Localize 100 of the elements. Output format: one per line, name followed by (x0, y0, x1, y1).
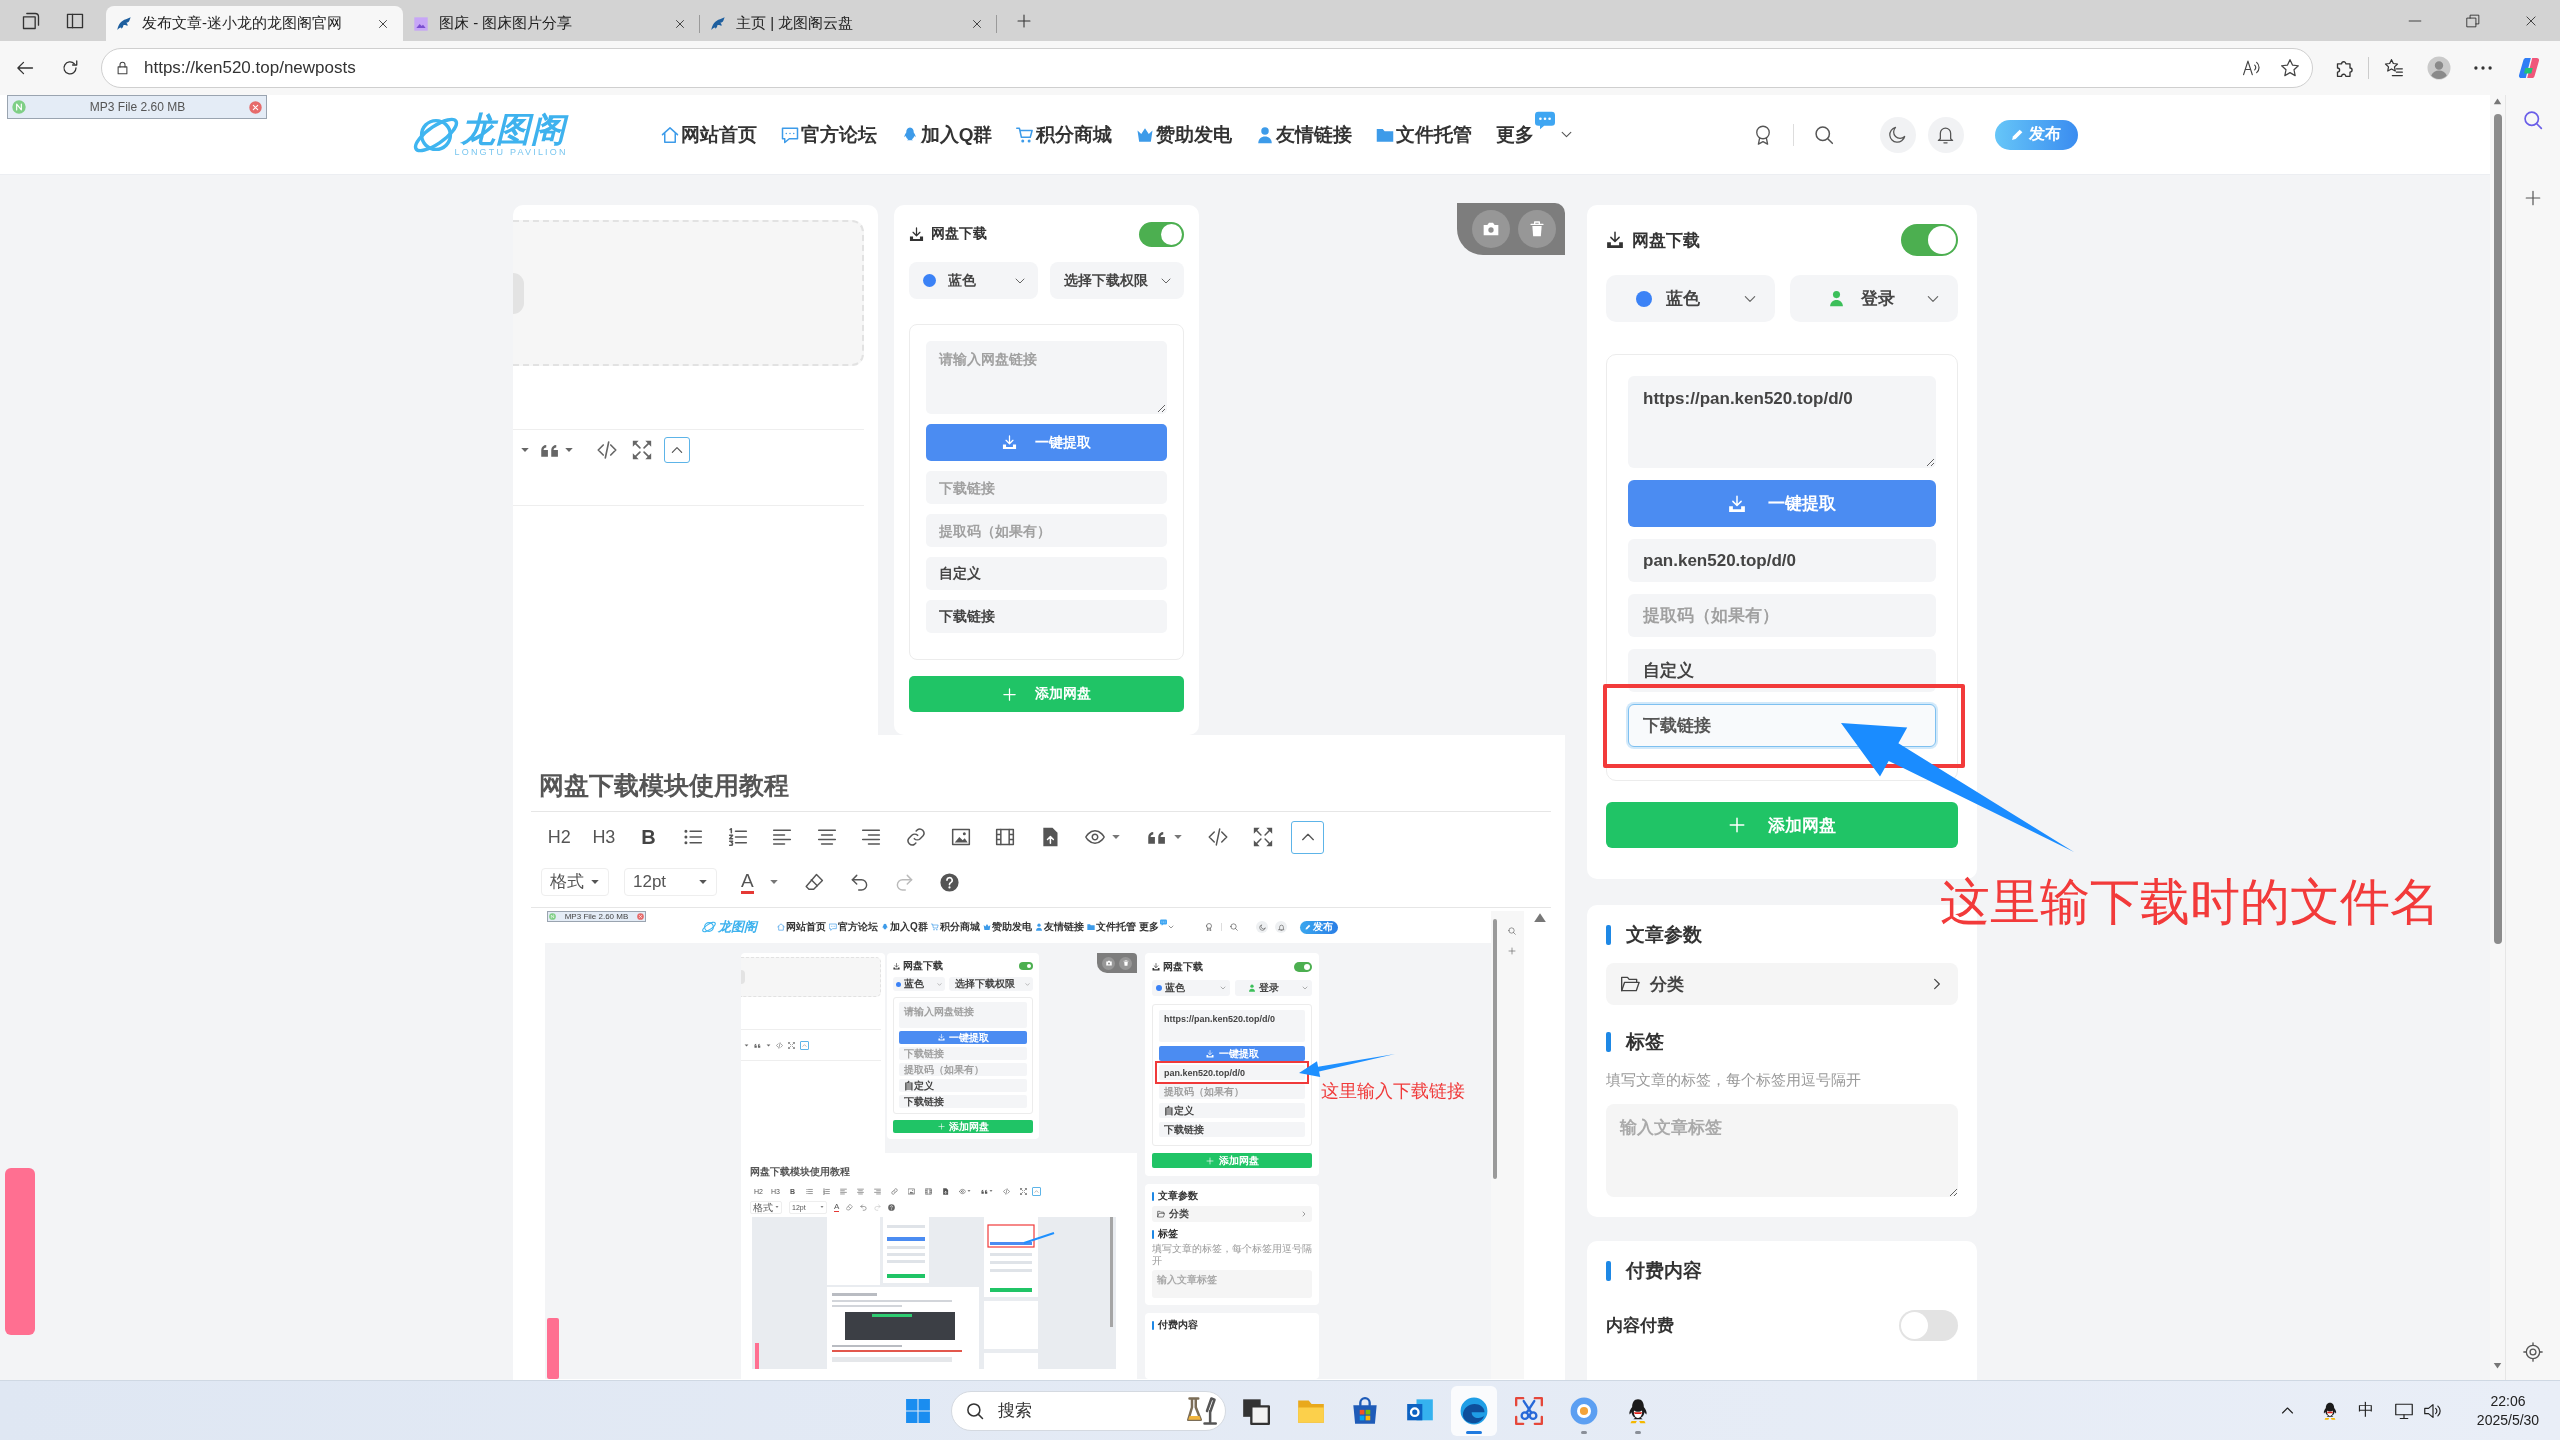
browser-tab[interactable]: 主页 | 龙图阁云盘 (700, 6, 997, 41)
nav-link[interactable]: 加入Q群 (900, 121, 993, 148)
plus-icon[interactable] (1507, 947, 1516, 955)
monitor-icon[interactable] (2395, 1401, 2413, 1420)
lock-icon[interactable] (115, 60, 130, 75)
notification-button[interactable] (1927, 116, 1964, 153)
file-upload-icon[interactable] (942, 1187, 949, 1195)
fullscreen-icon[interactable] (632, 440, 652, 460)
toggle-switch[interactable] (1019, 962, 1033, 970)
text-color-button[interactable]: A (741, 870, 754, 894)
numbered-list-icon[interactable] (727, 827, 748, 847)
help-icon[interactable] (939, 872, 959, 892)
tags-textarea[interactable]: 输入文章标签 (1152, 1270, 1312, 1298)
link-textarea[interactable]: https://pan.ken520.top/d/0 (1628, 376, 1936, 468)
taskbar-search-field[interactable]: 搜索 (951, 1390, 1226, 1431)
nav-link[interactable]: 积分商城 (930, 921, 980, 933)
search-icon[interactable] (2523, 110, 2543, 130)
close-icon[interactable] (377, 17, 389, 30)
windows-logo-icon[interactable] (905, 1397, 931, 1424)
nav-link[interactable]: 网站首页 (777, 921, 826, 933)
heading-button[interactable]: H2 (537, 825, 582, 849)
avatar-icon[interactable] (2427, 56, 2451, 80)
star-icon[interactable] (2280, 58, 2300, 78)
fullscreen-icon[interactable] (1020, 1187, 1027, 1195)
undo-icon[interactable] (849, 872, 869, 892)
film-icon[interactable] (925, 1187, 932, 1195)
text-input[interactable]: pan.ken520.top/d/0 (1159, 1065, 1305, 1080)
image-icon[interactable] (950, 827, 971, 847)
caret-icon[interactable] (768, 877, 779, 887)
scroll-up-icon[interactable] (1533, 911, 1547, 925)
theme-button[interactable] (1879, 116, 1916, 153)
address-bar[interactable]: https://ken520.top/newposts (101, 48, 2313, 88)
image-icon[interactable] (908, 1187, 915, 1195)
format-select[interactable]: 格式 (750, 1200, 782, 1214)
link-textarea[interactable]: https://pan.ken520.top/d/0 (1159, 1010, 1305, 1042)
delete-button[interactable] (1119, 956, 1132, 970)
align-left-icon[interactable] (772, 827, 793, 847)
article-title[interactable]: 网盘下载模块使用教程 (750, 1165, 850, 1179)
permission-select[interactable]: 登录 (1234, 980, 1312, 996)
caret-icon[interactable] (967, 1189, 971, 1193)
settings-icon[interactable] (2523, 1342, 2543, 1362)
delete-button[interactable] (1518, 210, 1556, 248)
browser-tab[interactable]: 发布文章-迷小龙的龙图阁官网 (106, 6, 403, 41)
plus-icon[interactable] (2524, 189, 2542, 207)
theme-button[interactable] (1256, 921, 1268, 933)
code-icon[interactable] (597, 440, 617, 460)
toggle-switch[interactable] (1294, 962, 1312, 972)
speaker-icon[interactable] (2424, 1401, 2442, 1420)
fullscreen-icon[interactable] (1253, 827, 1273, 847)
text-input[interactable]: 提取码（如果有） (1159, 1084, 1305, 1099)
align-center-icon[interactable] (816, 827, 837, 847)
input-method-indicator[interactable]: 中 (2358, 1400, 2374, 1421)
text-input[interactable]: 下载链接 (1159, 1122, 1305, 1137)
font-size-select[interactable]: 12pt (624, 868, 717, 896)
nav-link[interactable]: 官方论坛 (780, 121, 877, 148)
tags-textarea[interactable]: 输入文章标签 (1606, 1104, 1958, 1197)
toggle-switch[interactable] (1901, 224, 1958, 256)
link-icon[interactable] (906, 827, 927, 847)
color-select[interactable]: 蓝色 (1606, 275, 1775, 322)
app-logo-icon[interactable] (2518, 57, 2540, 79)
text-input[interactable]: 下载链接 (899, 1047, 1027, 1060)
link-textarea[interactable]: 请输入网盘链接 (899, 1002, 1027, 1028)
clock-time[interactable]: 22:06 (2490, 1391, 2526, 1411)
heading-button[interactable]: H3 (581, 825, 627, 849)
plus-icon[interactable] (1016, 12, 1032, 29)
text-input[interactable]: 提取码（如果有） (899, 1063, 1027, 1076)
toggle-switch[interactable] (1139, 221, 1184, 247)
text-input[interactable]: pan.ken520.top/d/0 (1628, 539, 1936, 582)
align-right-icon[interactable] (861, 827, 882, 847)
refresh-icon[interactable] (61, 59, 79, 77)
search-icon[interactable] (1813, 124, 1834, 145)
quote-icon[interactable] (981, 1187, 988, 1195)
nav-link[interactable]: 赞助发电 (1136, 121, 1233, 148)
collapse-button[interactable] (800, 1040, 809, 1050)
text-input[interactable]: 自定义 (899, 1079, 1027, 1092)
close-icon[interactable] (674, 17, 686, 30)
caret-icon[interactable] (1111, 832, 1122, 842)
text-input[interactable]: 下载链接 (926, 600, 1167, 633)
caret-icon[interactable] (564, 445, 574, 455)
text-input[interactable]: 下载链接 (899, 1095, 1027, 1108)
search-icon[interactable] (1230, 923, 1238, 931)
text-input[interactable]: 提取码（如果有） (926, 514, 1167, 547)
text-input[interactable]: 自定义 (926, 557, 1167, 590)
scroll-up-icon[interactable] (2493, 97, 2502, 106)
notification-button[interactable] (1275, 921, 1287, 933)
nav-link[interactable]: 文件托管 (1086, 921, 1136, 933)
film-icon[interactable] (995, 827, 1016, 847)
category-select[interactable]: 分类 (1152, 1206, 1312, 1222)
eraser-icon[interactable] (804, 872, 824, 892)
color-select[interactable]: 蓝色 (909, 262, 1038, 299)
puzzle-icon[interactable] (2335, 58, 2355, 78)
eye-icon[interactable] (1085, 827, 1106, 847)
caret-icon[interactable] (520, 445, 530, 455)
medal-icon[interactable] (1205, 923, 1213, 931)
text-input[interactable]: 下载链接 (1628, 704, 1936, 747)
toggle-switch[interactable] (1899, 1310, 1958, 1341)
text-input[interactable]: 提取码（如果有） (1628, 594, 1936, 637)
publish-button[interactable]: 发布 (1300, 920, 1338, 934)
collapse-button[interactable] (664, 437, 690, 463)
permission-select[interactable]: 登录 (1789, 275, 1958, 322)
